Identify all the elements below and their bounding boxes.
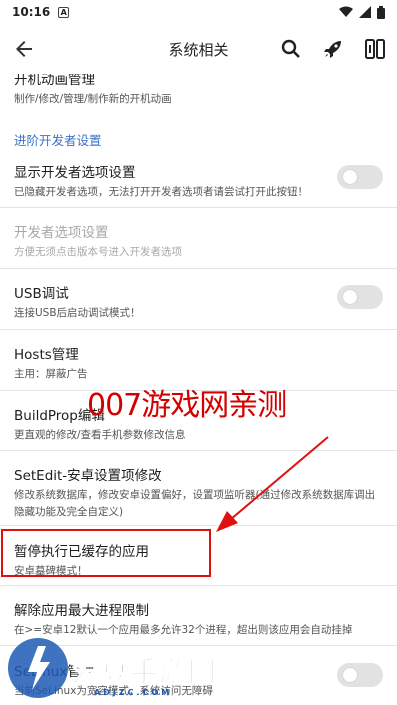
- notification-icon: A: [58, 6, 70, 18]
- section-header-advanced-dev: 进阶开发者设置: [14, 133, 102, 148]
- rocket-icon[interactable]: [321, 37, 345, 61]
- item-subtitle: 更直观的修改/查看手机参数修改信息: [14, 429, 186, 441]
- status-icons: [339, 5, 385, 19]
- item-title: 解除应用最大进程限制: [14, 603, 149, 619]
- logo-text: 爱豆手游网: [71, 655, 218, 689]
- item-title: Hosts管理: [14, 347, 79, 363]
- search-icon[interactable]: [279, 37, 303, 61]
- watermark-text: 007游戏网亲测: [87, 388, 287, 423]
- status-time: 10:16: [12, 5, 51, 19]
- list-item-boot-animation[interactable]: 开机动画管理 制作/修改/管理/制作新的开机动画: [0, 74, 397, 107]
- item-subtitle-cont: 隐藏功能及完全自定义): [14, 506, 124, 518]
- toggle-knob: [343, 170, 357, 184]
- layout-toggle-icon[interactable]: [363, 37, 387, 61]
- item-title: 开发者选项设置: [14, 225, 109, 241]
- show-dev-options-toggle[interactable]: [337, 165, 383, 189]
- selinux-toggle[interactable]: [337, 663, 383, 687]
- divider: [0, 525, 397, 526]
- divider: [0, 585, 397, 586]
- item-subtitle: 方便无须点击版本号进入开发者选项: [14, 246, 182, 258]
- list-item-setedit[interactable]: SetEdit-安卓设置项修改 修改系统数据库，修改安卓设置偏好，设置项监听器(…: [0, 464, 397, 520]
- divider: [0, 207, 397, 208]
- toggle-knob: [343, 290, 357, 304]
- list-item-dev-options[interactable]: 开发者选项设置 方便无须点击版本号进入开发者选项: [0, 221, 397, 260]
- list-item-hosts[interactable]: Hosts管理 主用：屏蔽广告: [0, 343, 397, 382]
- usb-debug-toggle[interactable]: [337, 285, 383, 309]
- highlight-box: [1, 529, 211, 577]
- battery-icon: [377, 5, 385, 19]
- item-title: 开机动画管理: [14, 74, 95, 88]
- item-subtitle: 修改系统数据库，修改安卓设置偏好，设置项监听器(通过修改系统数据库调出: [14, 489, 376, 501]
- divider: [0, 268, 397, 269]
- status-bar: 10:16 A: [0, 0, 397, 24]
- item-title: SetEdit-安卓设置项修改: [14, 468, 162, 484]
- signal-icon: [359, 6, 371, 18]
- item-subtitle: 制作/修改/管理/制作新的开机动画: [14, 93, 172, 105]
- divider: [0, 329, 397, 330]
- item-subtitle: 连接USB后启动调试模式！: [14, 307, 141, 319]
- divider: [0, 450, 397, 451]
- app-bar: 系统相关: [0, 24, 397, 74]
- toggle-knob: [343, 668, 357, 682]
- logo-domain: ADJZC.COM: [94, 688, 173, 697]
- item-subtitle: 已隐藏开发者选项，无法打开开发者选项者请尝试打开此按钮！: [14, 186, 308, 198]
- wifi-icon: [339, 6, 353, 17]
- red-arrow-annotation: [216, 436, 329, 532]
